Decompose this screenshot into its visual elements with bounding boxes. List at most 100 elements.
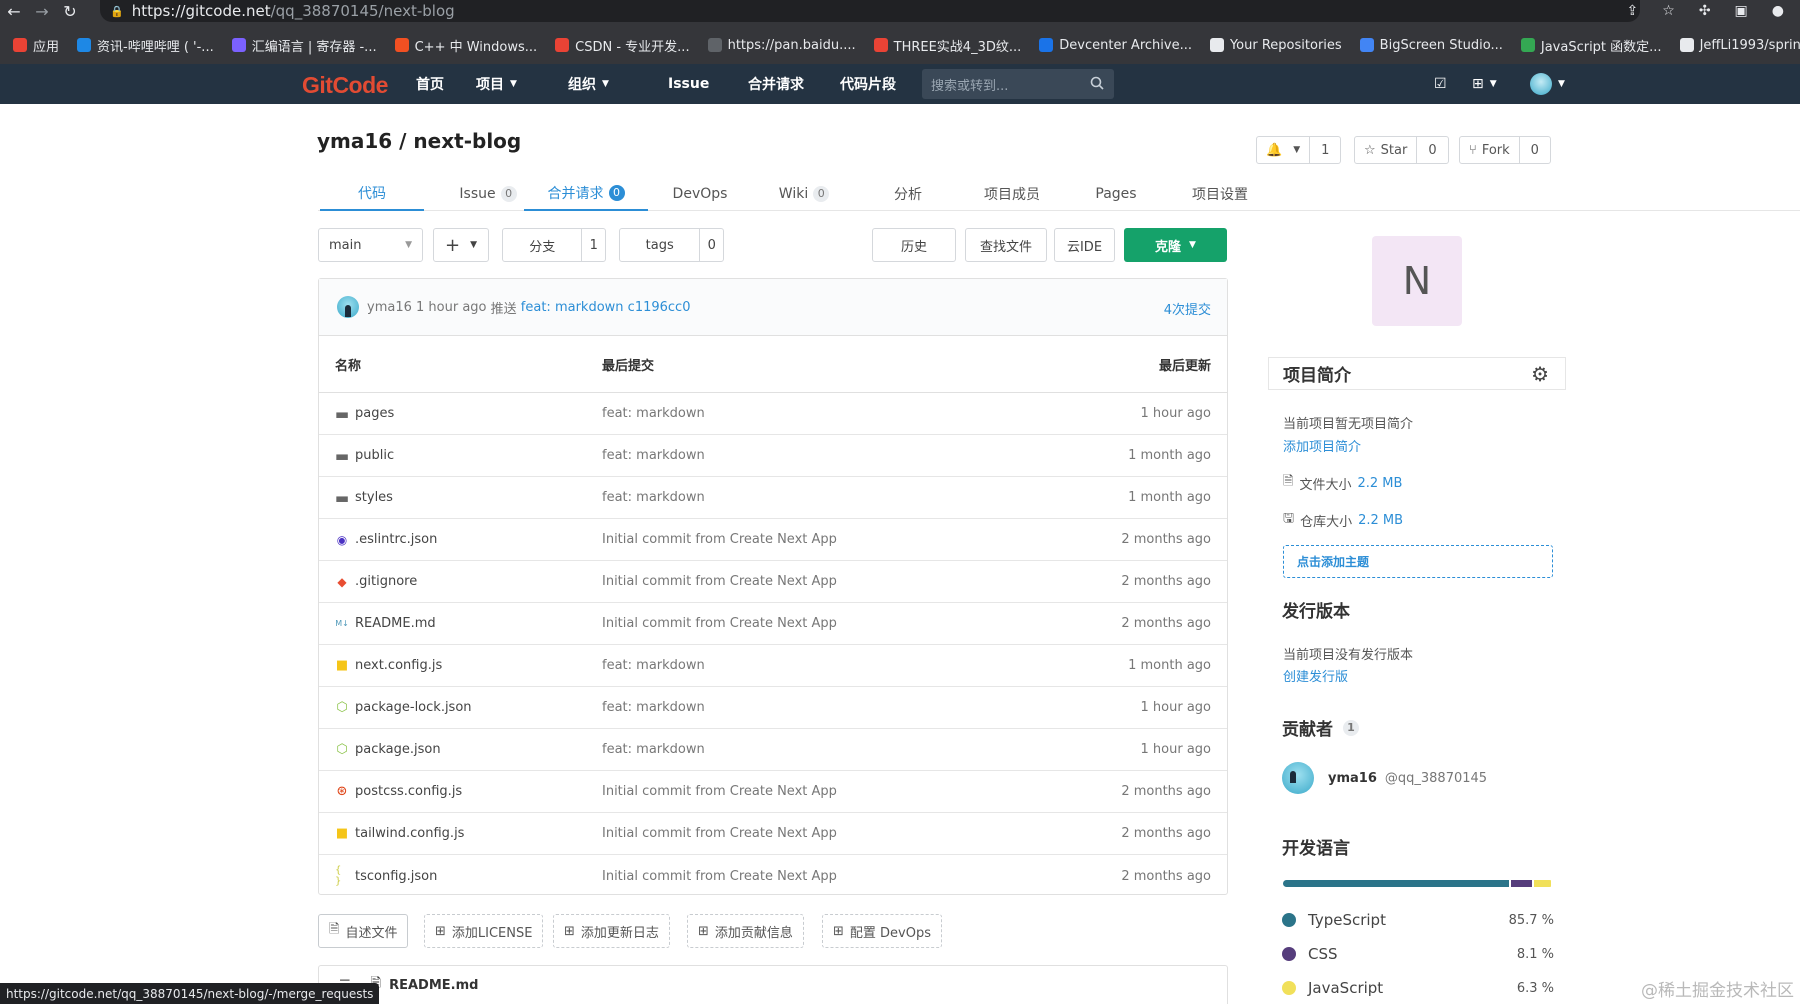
- bookmark-item[interactable]: https://pan.baidu....: [699, 38, 865, 53]
- file-name-cell[interactable]: { } tsconfig.json: [335, 865, 437, 887]
- last-commit-cell[interactable]: Initial commit from Create Next App: [602, 784, 837, 799]
- tab-pages[interactable]: Pages: [1064, 176, 1168, 211]
- commit-sha[interactable]: c1196cc0: [628, 300, 691, 315]
- tab-issue[interactable]: Issue 0: [438, 176, 538, 211]
- table-row[interactable]: ■ next.config.js feat: markdown 1 month ago: [319, 645, 1227, 687]
- table-row[interactable]: ▬ styles feat: markdown 1 month ago: [319, 477, 1227, 519]
- back-icon[interactable]: ←: [0, 0, 28, 22]
- add-intro-link[interactable]: 添加项目简介: [1283, 436, 1361, 455]
- create-new-icon[interactable]: ⊞ ▼: [1472, 64, 1497, 104]
- cloud-ide-button[interactable]: 云IDE: [1054, 228, 1115, 262]
- file-name-cell[interactable]: ⬡ package.json: [335, 742, 440, 757]
- bookmark-item[interactable]: 资讯-哔哩哔哩 ( '-...: [68, 36, 223, 55]
- nav-merge-requests[interactable]: 合并请求: [748, 64, 804, 104]
- nav-projects[interactable]: 项目 ▼: [476, 64, 517, 104]
- tab-wiki[interactable]: Wiki 0: [752, 176, 856, 211]
- contributor-item[interactable]: yma16 @qq_38870145: [1282, 762, 1487, 794]
- file-name-cell[interactable]: M↓ README.md: [335, 616, 435, 631]
- tab-code[interactable]: 代码: [320, 176, 424, 211]
- find-file-button[interactable]: 查找文件: [965, 228, 1047, 262]
- profile-icon[interactable]: ●: [1772, 3, 1784, 19]
- configure-devops-button[interactable]: ⊞ 配置 DevOps: [822, 914, 942, 948]
- table-row[interactable]: ▬ public feat: markdown 1 month ago: [319, 435, 1227, 477]
- add-changelog-button[interactable]: ⊞ 添加更新日志: [553, 914, 670, 948]
- nav-home[interactable]: 首页: [416, 64, 444, 104]
- last-commit-cell[interactable]: feat: markdown: [602, 700, 705, 715]
- tab-analytics[interactable]: 分析: [856, 176, 960, 211]
- commit-message[interactable]: feat: markdown: [521, 300, 624, 315]
- commit-author[interactable]: yma16: [367, 300, 412, 315]
- table-row[interactable]: { } tsconfig.json Initial commit from Crea…: [319, 855, 1227, 897]
- file-name-cell[interactable]: ⬡ package-lock.json: [335, 700, 471, 715]
- share-icon[interactable]: ⇪: [1627, 3, 1639, 19]
- bookmark-item[interactable]: BigScreen Studio...: [1351, 38, 1512, 53]
- file-name-cell[interactable]: ■ tailwind.config.js: [335, 826, 465, 841]
- bookmark-item[interactable]: THREE实战4_3D纹...: [865, 36, 1031, 55]
- fork-button[interactable]: ⑂ Fork 0: [1459, 136, 1551, 164]
- bookmark-item[interactable]: CSDN - 专业开发...: [546, 36, 698, 55]
- star-button[interactable]: ☆ Star 0: [1354, 136, 1449, 164]
- file-name-cell[interactable]: ■ next.config.js: [335, 658, 442, 673]
- file-name-cell[interactable]: ◉ .eslintrc.json: [335, 532, 438, 547]
- last-commit-cell[interactable]: Initial commit from Create Next App: [602, 869, 837, 884]
- last-commit-cell[interactable]: Initial commit from Create Next App: [602, 826, 837, 841]
- nav-issue[interactable]: Issue: [668, 64, 709, 104]
- tags-button[interactable]: tags 0: [619, 228, 724, 262]
- nav-groups[interactable]: 组织 ▼: [568, 64, 609, 104]
- avatar[interactable]: [337, 296, 359, 318]
- bookmark-item[interactable]: Devcenter Archive...: [1030, 38, 1201, 53]
- create-release-link[interactable]: 创建发行版: [1283, 666, 1348, 685]
- tab-members[interactable]: 项目成员: [960, 176, 1064, 211]
- file-name-cell[interactable]: ▬ styles: [335, 489, 393, 507]
- bookmark-item[interactable]: JavaScript 函数定...: [1512, 36, 1671, 55]
- add-topic-button[interactable]: 点击添加主题: [1283, 545, 1553, 578]
- file-name-cell[interactable]: ◆ .gitignore: [335, 574, 417, 589]
- tab-merge-requests[interactable]: 合并请求 0: [524, 176, 648, 211]
- notification-button[interactable]: 🔔 ▼ 1: [1256, 136, 1342, 164]
- file-name-cell[interactable]: ⊛ postcss.config.js: [335, 784, 463, 799]
- project-title[interactable]: yma16 / next-blog: [317, 129, 521, 153]
- add-contributing-button[interactable]: ⊞ 添加贡献信息: [687, 914, 804, 948]
- last-commit-cell[interactable]: Initial commit from Create Next App: [602, 574, 837, 589]
- table-row[interactable]: ◉ .eslintrc.json Initial commit from Creat…: [319, 519, 1227, 561]
- last-commit-cell[interactable]: Initial commit from Create Next App: [602, 616, 837, 631]
- user-avatar-menu[interactable]: ▼: [1530, 64, 1565, 104]
- file-name-cell[interactable]: ▬ public: [335, 447, 394, 465]
- table-row[interactable]: M↓ README.md Initial commit from Create Ne…: [319, 603, 1227, 645]
- table-row[interactable]: ⬡ package.json feat: markdown 1 hour ago: [319, 729, 1227, 771]
- branches-button[interactable]: 分支 1: [502, 228, 606, 262]
- extensions-icon[interactable]: ✣: [1699, 3, 1711, 19]
- table-row[interactable]: ■ tailwind.config.js Initial commit from C…: [319, 813, 1227, 855]
- gitcode-logo[interactable]: GitCode: [302, 72, 388, 99]
- file-name-cell[interactable]: ▬ pages: [335, 405, 394, 423]
- bookmark-item[interactable]: JeffLi1993/spring...: [1671, 38, 1800, 53]
- bookmark-item[interactable]: Your Repositories: [1201, 38, 1351, 53]
- last-commit-cell[interactable]: feat: markdown: [602, 490, 705, 505]
- last-commit-cell[interactable]: feat: markdown: [602, 742, 705, 757]
- add-dropdown-button[interactable]: + ▼: [433, 228, 489, 262]
- table-row[interactable]: ◆ .gitignore Initial commit from Create Ne…: [319, 561, 1227, 603]
- bookmark-item[interactable]: 汇编语言 | 寄存器 -...: [223, 36, 386, 55]
- sidepanel-icon[interactable]: ▣: [1735, 3, 1748, 19]
- add-license-button[interactable]: ⊞ 添加LICENSE: [424, 914, 544, 948]
- clone-button[interactable]: 克隆 ▼: [1124, 228, 1227, 262]
- last-commit-cell[interactable]: feat: markdown: [602, 448, 705, 463]
- bookmark-item[interactable]: C++ 中 Windows...: [386, 36, 547, 55]
- last-commit-cell[interactable]: Initial commit from Create Next App: [602, 532, 837, 547]
- tab-devops[interactable]: DevOps: [648, 176, 752, 211]
- search-input[interactable]: 搜索或转到...: [922, 69, 1114, 99]
- last-commit-cell[interactable]: feat: markdown: [602, 658, 705, 673]
- tab-settings[interactable]: 项目设置: [1168, 176, 1272, 211]
- history-button[interactable]: 历史: [872, 228, 956, 262]
- bookmark-item[interactable]: 应用: [4, 36, 68, 55]
- reload-icon[interactable]: ↻: [56, 0, 84, 22]
- table-row[interactable]: ⊛ postcss.config.js Initial commit from Cr…: [319, 771, 1227, 813]
- star-bookmark-icon[interactable]: ☆: [1662, 3, 1675, 19]
- nav-snippets[interactable]: 代码片段: [840, 64, 896, 104]
- branch-select[interactable]: main ▼: [318, 228, 423, 262]
- table-row[interactable]: ▬ pages feat: markdown 1 hour ago: [319, 393, 1227, 435]
- commit-count-link[interactable]: 4次提交: [1164, 299, 1211, 318]
- todo-icon[interactable]: ☑: [1434, 64, 1447, 104]
- gear-icon[interactable]: ⚙: [1531, 362, 1549, 386]
- table-row[interactable]: ⬡ package-lock.json feat: markdown 1 hour a…: [319, 687, 1227, 729]
